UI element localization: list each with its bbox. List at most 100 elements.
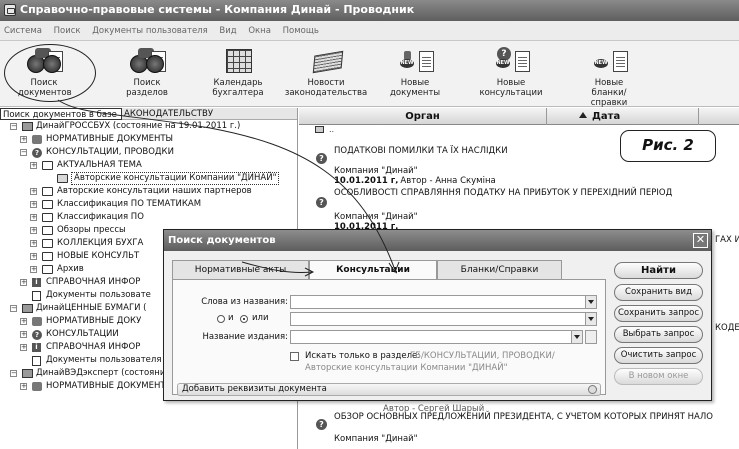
add-requisites-bar[interactable]: Добавить реквизиты документа	[177, 383, 601, 396]
save-view-label: Сохранить вид	[625, 287, 692, 297]
column-date-label: Дата	[592, 111, 621, 122]
find-button[interactable]: Найти	[614, 262, 703, 279]
emblem-icon	[32, 317, 42, 326]
tree-item-author-consult-dinai[interactable]: Авторские консультации Компании "ДИНАЙ"	[0, 172, 297, 185]
dialog-title: Поиск документов	[168, 235, 276, 246]
expand-icon[interactable]: +	[20, 383, 27, 390]
parent-folder-label: ..	[329, 125, 335, 134]
chevron-down-icon[interactable]	[585, 296, 596, 308]
column-date[interactable]: Дата	[547, 108, 699, 125]
search-documents-dialog: Поиск документов ✕ Нормативные акты Конс…	[163, 229, 712, 401]
entry-1-author: , Автор - Анна Скуміна	[395, 176, 496, 186]
expand-circle-icon	[588, 385, 597, 394]
add-requisites-label: Добавить реквизиты документа	[182, 384, 327, 394]
collapse-icon[interactable]: −	[10, 305, 17, 312]
menu-help[interactable]: Помощь	[283, 26, 319, 36]
collapse-icon[interactable]: −	[20, 149, 27, 156]
expand-icon[interactable]: +	[20, 344, 27, 351]
words-input[interactable]	[290, 295, 597, 309]
question-icon: ?	[32, 148, 42, 158]
expand-icon[interactable]: +	[30, 162, 37, 169]
tree-label: СПРАВОЧНАЯ ИНФОР	[46, 342, 141, 352]
save-query-button[interactable]: Сохранить запрос	[614, 305, 703, 322]
tree-item-consultations[interactable]: −? КОНСУЛЬТАЦИИ, ПРОВОДКИ	[0, 146, 297, 159]
collapse-icon[interactable]: −	[10, 370, 17, 377]
entry-partial-text: ГАХ И	[715, 235, 739, 245]
expand-icon[interactable]: +	[30, 201, 37, 208]
menu-search[interactable]: Поиск	[54, 26, 81, 36]
tree-label: Документы пользователя	[46, 355, 162, 365]
sort-ascending-icon	[579, 112, 587, 118]
tree-label: НОРМАТИВНЫЕ ДОКУМЕНТЫ	[46, 134, 174, 144]
save-query-label: Сохранить запрос	[617, 308, 700, 318]
database-icon	[22, 369, 33, 378]
words-label: Слова из названия:	[201, 297, 288, 307]
chevron-down-icon[interactable]	[585, 313, 596, 325]
expand-icon[interactable]: +	[20, 318, 27, 325]
tab-consultations[interactable]: Консультации	[309, 260, 437, 280]
menu-system[interactable]: Система	[4, 26, 42, 36]
collapse-icon[interactable]: −	[10, 123, 17, 130]
section-path: ГБ/КОНСУЛЬТАЦИИ, ПРОВОДКИ/	[410, 351, 555, 361]
dialog-titlebar: Поиск документов ✕	[164, 230, 711, 251]
expand-icon[interactable]: +	[20, 279, 27, 286]
choose-query-button[interactable]: Выбрать запрос	[614, 326, 703, 343]
expand-icon[interactable]: +	[20, 331, 27, 338]
list-icon[interactable]	[585, 330, 597, 344]
tree-label: НОВЫЕ КОНСУЛЬТ	[57, 251, 140, 261]
expand-icon[interactable]: +	[20, 136, 27, 143]
menu-user-docs[interactable]: Документы пользователя	[92, 26, 207, 36]
entry-1-title[interactable]: ПОДАТКОВІ ПОМИЛКИ ТА ЇХ НАСЛІДКИ	[334, 146, 508, 156]
expand-icon[interactable]: +	[30, 253, 37, 260]
clear-query-button[interactable]: Очистить запрос	[614, 347, 703, 364]
tree-item-actual-topic[interactable]: + АКТУАЛЬНАЯ ТЕМА	[0, 159, 297, 172]
save-view-button[interactable]: Сохранить вид	[614, 284, 703, 301]
tree-label: Классификация ПО	[57, 212, 144, 222]
menu-windows[interactable]: Окна	[248, 26, 271, 36]
database-icon	[22, 122, 33, 131]
tree-item-author-consult-partners[interactable]: + Авторские консультации наших партнеров	[0, 185, 297, 198]
column-organ[interactable]: Орган	[299, 108, 547, 125]
news-button[interactable]: Новости законодательства	[284, 45, 368, 98]
find-label: Найти	[641, 265, 676, 276]
dialog-tabs: Нормативные акты Консультации Бланки/Спр…	[172, 260, 606, 280]
new-consultations-label: Новые консультации	[479, 78, 543, 98]
new-forms-button[interactable]: NEW Новые бланки/справки	[572, 45, 646, 108]
edition-input[interactable]	[290, 330, 583, 344]
entry-2-title[interactable]: ОСОБЛИВОСТІ СПРАВЛЯННЯ ПОДАТКУ НА ПРИБУТ…	[334, 188, 672, 198]
tab-forms[interactable]: Бланки/Справки	[437, 260, 562, 279]
words-input-2[interactable]	[290, 312, 597, 326]
expand-icon[interactable]: +	[30, 240, 37, 247]
radio-or[interactable]	[240, 315, 248, 323]
folder-icon	[42, 226, 53, 235]
search-sections-button[interactable]: Поиск разделов	[116, 45, 178, 98]
tree-header-text: АКОНОДАТЕЛЬСТВУ	[124, 109, 214, 119]
tree-label: КОЛЛЕКЦИЯ БУХГА	[57, 238, 144, 248]
new-documents-button[interactable]: NEW Новые документы	[388, 45, 442, 98]
emblem-icon	[32, 135, 42, 144]
expand-icon[interactable]: +	[30, 214, 37, 221]
tree-item-normative[interactable]: + НОРМАТИВНЫЕ ДОКУМЕНТЫ	[0, 133, 297, 146]
expand-icon[interactable]: +	[30, 227, 37, 234]
new-window-button[interactable]: В новом окне	[614, 368, 703, 385]
window-titlebar: Справочно-правовые системы - Компания Ди…	[0, 0, 739, 21]
expand-icon[interactable]: +	[30, 188, 37, 195]
close-icon[interactable]: ✕	[693, 233, 708, 248]
tree-item-class-po[interactable]: + Классификация ПО	[0, 211, 297, 224]
tree-label: НОРМАТИВНЫЕ ДОКУ	[46, 316, 142, 326]
calendar-button[interactable]: Календарь бухгалтера	[204, 45, 272, 98]
folder-open-icon	[57, 174, 68, 183]
chevron-down-icon[interactable]	[571, 331, 582, 343]
tree-item-grossbuh[interactable]: − ДинайГРОССБУХ (состояние на 19.01.2011 …	[0, 120, 297, 133]
tree-label: КОНСУЛЬТАЦИИ	[46, 329, 119, 339]
tree-item-class-topics[interactable]: + Классификация ПО ТЕМАТИКАМ	[0, 198, 297, 211]
new-consultations-button[interactable]: ? NEW Новые консультации	[476, 45, 546, 98]
menu-view[interactable]: Вид	[219, 26, 236, 36]
entry-3-title[interactable]: ОБЗОР ОСНОВНЫХ ПРЕДЛОЖЕНИЙ ПРЕЗИДЕНТА, С…	[334, 412, 713, 422]
folder-icon	[42, 252, 53, 261]
tab-normative-acts[interactable]: Нормативные акты	[172, 260, 309, 279]
tree-label: СПРАВОЧНАЯ ИНФОР	[46, 277, 141, 287]
expand-icon[interactable]: +	[30, 266, 37, 273]
radio-and[interactable]	[217, 315, 225, 323]
section-only-checkbox[interactable]	[290, 352, 299, 361]
